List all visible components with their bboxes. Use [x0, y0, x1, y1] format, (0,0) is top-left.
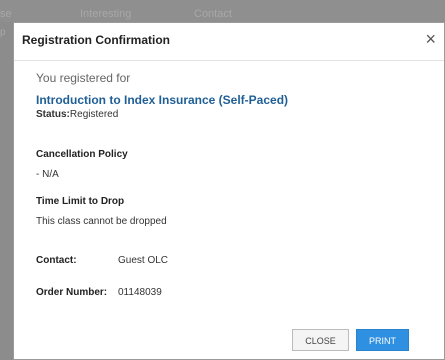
course-title: Introduction to Index Insurance (Self-Pa…	[36, 93, 289, 107]
status-value: Registered	[69, 109, 119, 120]
background-fragment: p	[0, 27, 6, 38]
cancellation-value: - N/A	[36, 169, 59, 180]
status-label: Status:	[36, 109, 70, 120]
modal-title: Registration Confirmation	[22, 33, 171, 47]
time-limit-value: This class cannot be dropped	[36, 216, 167, 227]
modal-header: Registration Confirmation ×	[14, 23, 444, 61]
close-icon[interactable]: ×	[425, 28, 436, 50]
order-number-value: 01148039	[118, 287, 162, 298]
cancellation-heading: Cancellation Policy	[36, 149, 128, 160]
contact-value: Guest OLC	[118, 255, 169, 266]
status-line: Status:Registered	[36, 109, 118, 120]
nav-fragment: se	[0, 8, 12, 20]
contact-label: Contact:	[36, 255, 77, 266]
time-limit-heading: Time Limit to Drop	[36, 196, 125, 207]
registered-label: You registered for	[36, 71, 131, 85]
background-navbar: se Interesting Contact	[0, 0, 445, 22]
close-button[interactable]: CLOSE	[292, 329, 349, 351]
nav-fragment: Interesting	[80, 8, 132, 20]
order-number-label: Order Number:	[36, 287, 108, 298]
print-button[interactable]: PRINT	[356, 329, 409, 351]
registration-modal: Registration Confirmation × You register…	[13, 22, 445, 360]
nav-fragment: Contact	[194, 8, 232, 20]
